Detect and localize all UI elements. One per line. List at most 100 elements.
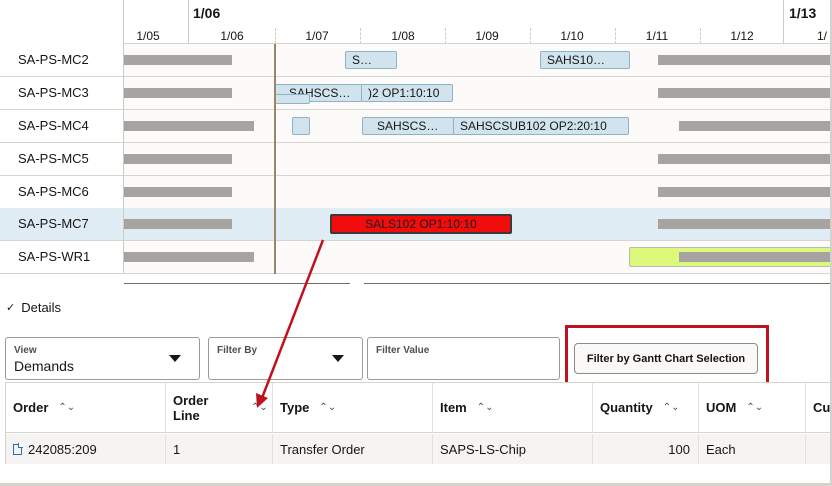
- details-label: Details: [21, 300, 61, 315]
- week-label: 1/13: [789, 5, 817, 21]
- day-divider: [360, 28, 361, 44]
- day-label: 1/10: [560, 29, 584, 43]
- operation-bar[interactable]: [292, 117, 310, 135]
- view-select[interactable]: View Demands: [5, 337, 200, 380]
- column-header-label: Cu: [813, 400, 831, 415]
- resource-label: SA-PS-MC6: [0, 176, 124, 208]
- resource-lane[interactable]: S… SAHS10…: [124, 44, 832, 76]
- resource-row[interactable]: SA-PS-MC3 SAHSCS… )2 OP1:10:10: [0, 77, 832, 110]
- resource-row-selected[interactable]: SA-PS-MC7 SALS102 OP1:10:10: [0, 208, 832, 241]
- day-label: 1/: [816, 29, 828, 43]
- view-select-value: Demands: [14, 358, 74, 374]
- resource-label: SA-PS-MC3: [0, 77, 124, 109]
- horizontal-scrollbar[interactable]: [364, 283, 832, 284]
- downtime-bar: [658, 55, 832, 65]
- table-cell-item: SAPS-LS-Chip: [433, 434, 593, 464]
- chevron-down-icon: ✓: [6, 302, 16, 314]
- operation-bar[interactable]: S…: [345, 51, 397, 69]
- column-header-order-line[interactable]: Order Line ⌃⌄: [166, 383, 273, 433]
- day-divider: [530, 28, 531, 44]
- operation-bar[interactable]: SAHSCSUB102 OP2:20:10: [453, 117, 629, 135]
- table-cell-cu: [806, 434, 832, 464]
- operation-bar[interactable]: SAHSCS…: [362, 117, 454, 135]
- day-label: 1/05: [136, 29, 160, 43]
- downtime-bar: [124, 187, 232, 197]
- week-label: 1/06: [193, 5, 221, 21]
- day-divider: [445, 28, 446, 44]
- week-divider: [783, 0, 784, 44]
- resource-lane[interactable]: SALS102 OP1:10:10: [124, 208, 832, 240]
- column-header-label: Order Line: [173, 392, 209, 423]
- day-label: 1/08: [391, 29, 415, 43]
- resource-lane[interactable]: [124, 143, 832, 175]
- resource-row[interactable]: SA-PS-MC5: [0, 143, 832, 176]
- filter-by-label: Filter By: [217, 345, 258, 356]
- downtime-bar: [679, 252, 832, 262]
- demands-table: Order ⌃⌄ Order Line ⌃⌄ Type ⌃⌄ Item ⌃⌄ Q…: [5, 382, 832, 464]
- day-label: 1/06: [220, 29, 244, 43]
- column-header-cu[interactable]: Cu: [806, 383, 832, 433]
- resource-lane[interactable]: [124, 176, 832, 208]
- resource-row[interactable]: SA-PS-WR1: [0, 241, 832, 274]
- column-header-order[interactable]: Order ⌃⌄: [6, 383, 166, 433]
- resource-label: SA-PS-MC7: [0, 208, 124, 240]
- selected-operation-bar[interactable]: SALS102 OP1:10:10: [330, 214, 512, 234]
- operation-bar[interactable]: [274, 94, 310, 104]
- column-header-label: Order: [13, 400, 49, 415]
- downtime-bar: [658, 187, 832, 197]
- caret-down-icon: [332, 355, 344, 362]
- downtime-bar: [658, 88, 832, 98]
- table-cell-order[interactable]: 242085:209: [6, 434, 166, 464]
- resource-label: SA-PS-MC5: [0, 143, 124, 175]
- resource-row[interactable]: SA-PS-MC2 S… SAHS10…: [0, 44, 832, 77]
- operation-bar[interactable]: SAHS10…: [540, 51, 630, 69]
- resource-row[interactable]: SA-PS-MC4 SAHSCS… SAHSCSUB102 OP2:20:10: [0, 110, 832, 143]
- gantt-chart[interactable]: 1/06 1/13 1/05 1/06 1/07 1/08 1/09 1/10 …: [0, 0, 832, 290]
- downtime-bar: [124, 154, 232, 164]
- sort-arrows-icon[interactable]: ⌃⌄: [251, 402, 268, 413]
- resource-row[interactable]: SA-PS-MC6: [0, 176, 832, 209]
- caret-down-icon: [169, 355, 181, 362]
- order-link[interactable]: 242085:209: [28, 442, 97, 457]
- downtime-bar: [124, 219, 232, 229]
- filter-by-gantt-selection-button[interactable]: Filter by Gantt Chart Selection: [574, 343, 758, 374]
- column-header-uom[interactable]: UOM ⌃⌄: [699, 383, 806, 433]
- column-header-item[interactable]: Item ⌃⌄: [433, 383, 593, 433]
- resource-lane[interactable]: [124, 241, 832, 273]
- column-header-quantity[interactable]: Quantity ⌃⌄: [593, 383, 699, 433]
- sort-arrows-icon[interactable]: ⌃⌄: [663, 402, 680, 413]
- day-label: 1/11: [645, 29, 669, 43]
- day-divider: [700, 28, 701, 44]
- filter-by-select[interactable]: Filter By: [208, 337, 363, 380]
- resource-label: SA-PS-WR1: [0, 241, 124, 273]
- resource-label: SA-PS-MC4: [0, 110, 124, 142]
- resource-label: SA-PS-MC2: [0, 44, 124, 76]
- table-cell-order-line: 1: [166, 434, 273, 464]
- operation-bar[interactable]: )2 OP1:10:10: [361, 84, 453, 102]
- sort-arrows-icon[interactable]: ⌃⌄: [319, 402, 336, 413]
- document-icon: [13, 442, 23, 455]
- sort-arrows-icon[interactable]: ⌃⌄: [477, 402, 494, 413]
- sort-arrows-icon[interactable]: ⌃⌄: [58, 402, 75, 413]
- horizontal-scrollbar[interactable]: [124, 283, 350, 284]
- details-toggle[interactable]: ✓ Details: [6, 300, 61, 315]
- table-cell-uom: Each: [699, 434, 806, 464]
- column-header-label: Type: [280, 400, 310, 415]
- table-cell-quantity: 100: [593, 434, 699, 464]
- filter-value-input[interactable]: Filter Value: [367, 337, 560, 380]
- resource-lane[interactable]: SAHSCS… )2 OP1:10:10: [124, 77, 832, 109]
- downtime-bar: [679, 121, 832, 131]
- downtime-bar: [124, 121, 254, 131]
- downtime-bar: [658, 219, 832, 229]
- sort-arrows-icon[interactable]: ⌃⌄: [746, 402, 763, 413]
- column-header-label: UOM: [706, 400, 737, 415]
- day-label: 1/07: [305, 29, 329, 43]
- timeline-header: 1/06 1/13 1/05 1/06 1/07 1/08 1/09 1/10 …: [124, 0, 832, 44]
- column-header-label: Item: [440, 400, 467, 415]
- column-header-type[interactable]: Type ⌃⌄: [273, 383, 433, 433]
- downtime-bar: [124, 88, 232, 98]
- resource-lane[interactable]: SAHSCS… SAHSCSUB102 OP2:20:10: [124, 110, 832, 142]
- filter-value-label: Filter Value: [376, 345, 430, 356]
- table-cell-type: Transfer Order: [273, 434, 433, 464]
- day-label: 1/09: [475, 29, 499, 43]
